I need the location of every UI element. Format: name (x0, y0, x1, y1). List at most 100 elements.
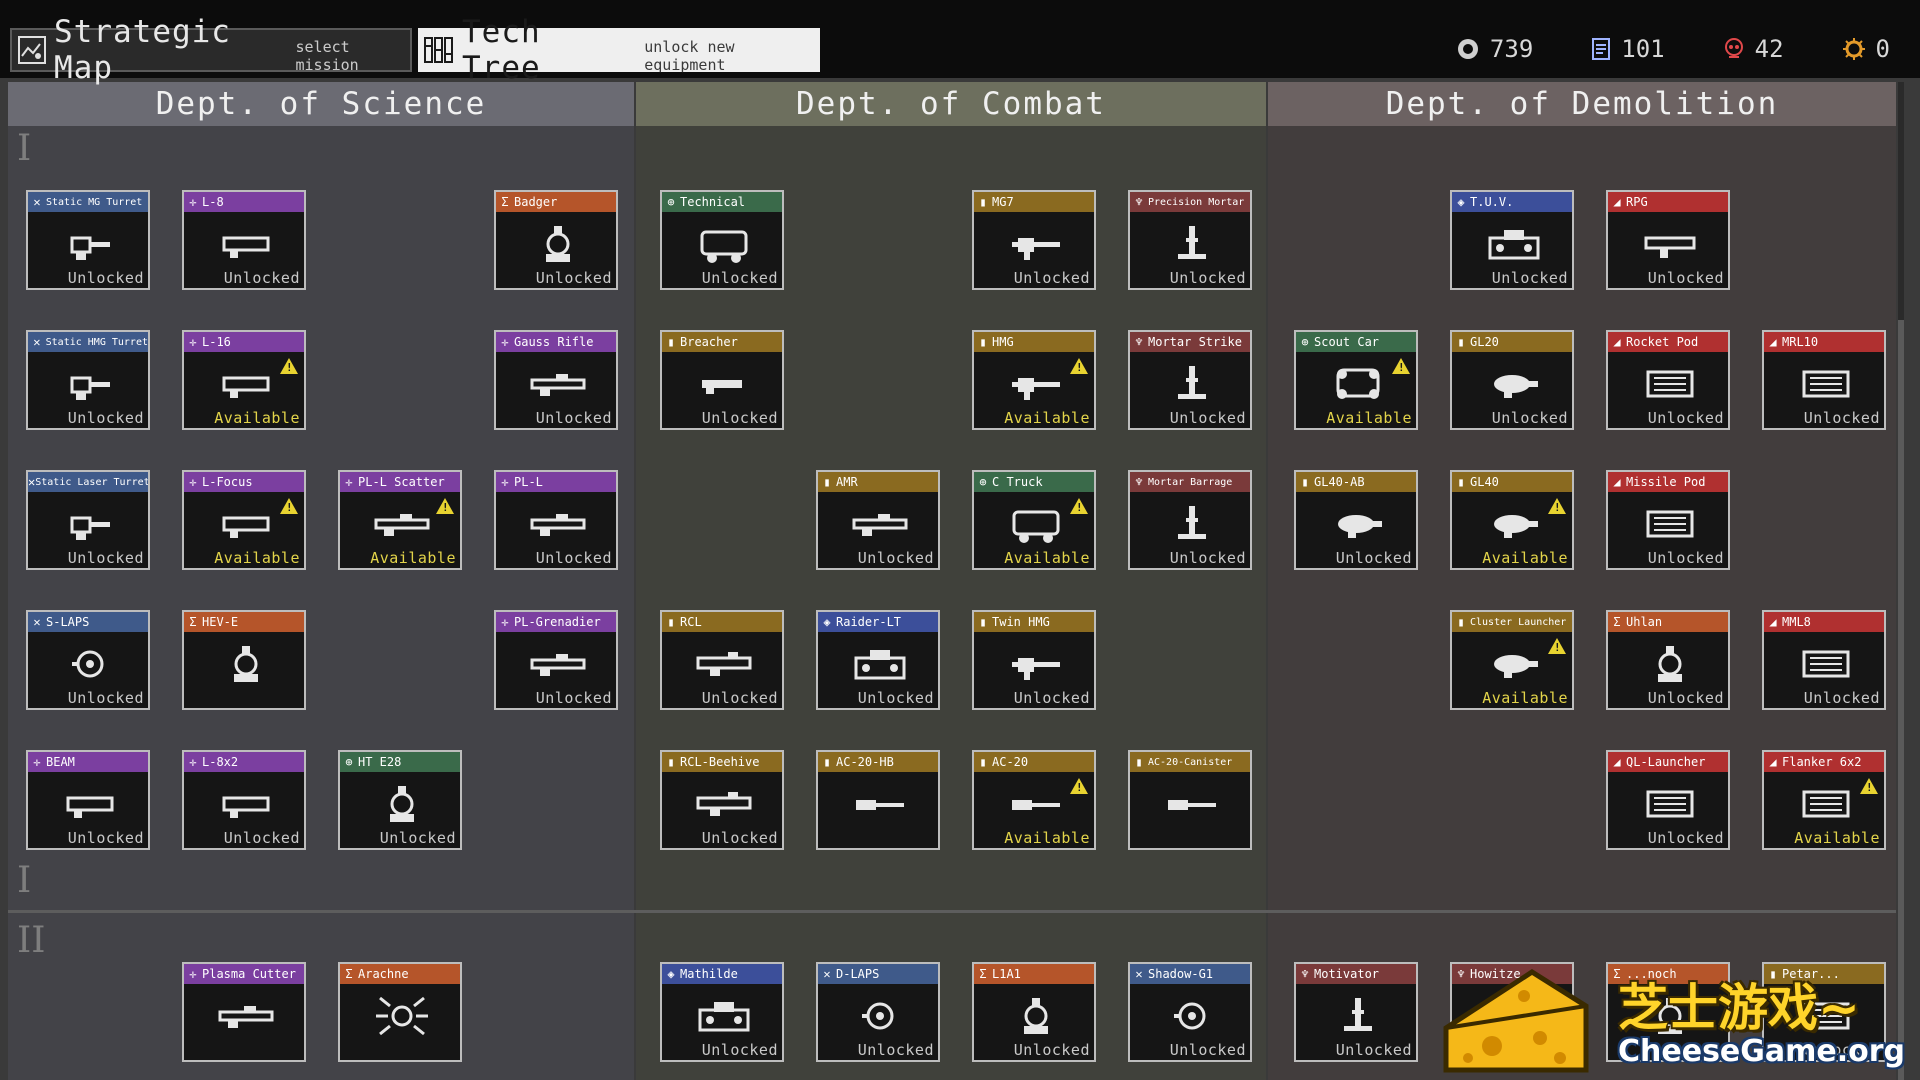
tech-node-gl40[interactable]: ▮ GL40 Available (1450, 470, 1574, 570)
tech-node-precision-mortar[interactable]: ♆ Precision Mortar Unlocked (1128, 190, 1252, 290)
tech-node-rocket-pod[interactable]: ◢ Rocket Pod Unlocked (1606, 330, 1730, 430)
recoilless-icon (692, 640, 756, 688)
node-status: Unlocked (1647, 269, 1724, 287)
node-header: ♆ Precision Mortar (1130, 192, 1250, 212)
tech-node-hev-e[interactable]: Σ HEV-E (182, 610, 306, 710)
node-status: Unlocked (701, 829, 778, 847)
tank-icon (848, 640, 912, 688)
node-name: PL-L (514, 475, 543, 489)
tech-node-gl40-ab[interactable]: ▮ GL40-AB Unlocked (1294, 470, 1418, 570)
tech-node-l1a1[interactable]: Σ L1A1 Unlocked (972, 962, 1096, 1062)
combat-category-icon: ▮ (979, 615, 987, 629)
node-status: Unlocked (1013, 269, 1090, 287)
artillery-category-icon: ♆ (1135, 475, 1143, 489)
node-name: L-8 (202, 195, 224, 209)
tech-node-scout-car[interactable]: ⊕ Scout Car Available (1294, 330, 1418, 430)
node-status: Unlocked (535, 549, 612, 567)
tech-node-l-8[interactable]: ✛ L-8 Unlocked (182, 190, 306, 290)
node-header: ◈ Mathilde (662, 964, 782, 984)
node-status: Unlocked (1803, 689, 1880, 707)
warning-icon (280, 358, 298, 374)
cannon-icon (1160, 780, 1224, 828)
node-name: Badger (514, 195, 558, 209)
tech-node-ql-launcher[interactable]: ◢ QL-Launcher Unlocked (1606, 750, 1730, 850)
drone-icon (58, 640, 122, 688)
node-status: Unlocked (535, 689, 612, 707)
machine-gun-icon (1004, 360, 1068, 408)
node-name: AMR (836, 475, 858, 489)
tech-node-l-8x2[interactable]: ✛ L-8x2 Unlocked (182, 750, 306, 850)
node-name: AC-20 (992, 755, 1029, 769)
node-name: Technical (680, 195, 746, 209)
vehicle-category-icon: ⊕ (667, 195, 675, 209)
tech-node-breacher[interactable]: ▮ Breacher Unlocked (660, 330, 784, 430)
tech-node-pl-l-scatter[interactable]: ✛ PL-L Scatter Available (338, 470, 462, 570)
tab-strategic-map[interactable]: Strategic Map select mission (10, 14, 412, 86)
tech-node-s-laps[interactable]: ✕ S-LAPS Unlocked (26, 610, 150, 710)
tech-node-l-16[interactable]: ✛ L-16 Available (182, 330, 306, 430)
tech-node-mml8[interactable]: ◢ MML8 Unlocked (1762, 610, 1886, 710)
tech-node-rpg[interactable]: ◢ RPG Unlocked (1606, 190, 1730, 290)
tech-node-mg7[interactable]: ▮ MG7 Unlocked (972, 190, 1096, 290)
tech-node-pl-l[interactable]: ✛ PL-L Unlocked (494, 470, 618, 570)
tech-node-rcl[interactable]: ▮ RCL Unlocked (660, 610, 784, 710)
tech-node-d-laps[interactable]: ✕ D-LAPS Unlocked (816, 962, 940, 1062)
tech-node-cluster-launcher[interactable]: ▮ Cluster Launcher Available (1450, 610, 1574, 710)
tech-node-beam[interactable]: ✛ BEAM Unlocked (26, 750, 150, 850)
node-status: Unlocked (1013, 1041, 1090, 1059)
node-status: Unlocked (67, 549, 144, 567)
tech-node-twin-hmg[interactable]: ▮ Twin HMG Unlocked (972, 610, 1096, 710)
tab-title: Strategic Map (54, 14, 231, 86)
tech-node-mortar-strike[interactable]: ♆ Mortar Strike Unlocked (1128, 330, 1252, 430)
tech-node-raider-lt[interactable]: ◈ Raider-LT Unlocked (816, 610, 940, 710)
tech-node-gl20[interactable]: ▮ GL20 Unlocked (1450, 330, 1574, 430)
tech-node-missile-pod[interactable]: ◢ Missile Pod Unlocked (1606, 470, 1730, 570)
combat-category-icon: ▮ (667, 755, 675, 769)
tech-node-t-u-v[interactable]: ◈ T.U.V. Unlocked (1450, 190, 1574, 290)
tech-node-ac-20-canister[interactable]: ▮ AC-20-Canister (1128, 750, 1252, 850)
tech-node-amr[interactable]: ▮ AMR Unlocked (816, 470, 940, 570)
warning-icon (1070, 358, 1088, 374)
tech-node-shadow-g1[interactable]: ✕ Shadow-G1 Unlocked (1128, 962, 1252, 1062)
node-header: ▮ AC-20 (974, 752, 1094, 772)
laser-rifle-icon (214, 220, 278, 268)
machine-gun-icon (1004, 220, 1068, 268)
tech-node-technical[interactable]: ⊕ Technical Unlocked (660, 190, 784, 290)
tech-node-c-truck[interactable]: ⊕ C Truck Available (972, 470, 1096, 570)
tech-node-ac-20[interactable]: ▮ AC-20 Available (972, 750, 1096, 850)
tech-node-static-laser-turret[interactable]: ✕ Static Laser Turret Unlocked (26, 470, 150, 570)
node-name: Mortar Barrage (1148, 476, 1233, 488)
tech-node-ht-e28[interactable]: ⊕ HT E28 Unlocked (338, 750, 462, 850)
tech-node-badger[interactable]: Σ Badger Unlocked (494, 190, 618, 290)
node-name: AC-20-Canister (1148, 756, 1233, 768)
node-header: ✛ L-Focus (184, 472, 304, 492)
rocket-pod-icon (1638, 500, 1702, 548)
robot-icon (1004, 992, 1068, 1040)
tech-node-motivator[interactable]: ♆ Motivator Unlocked (1294, 962, 1418, 1062)
tech-node-mortar-barrage[interactable]: ♆ Mortar Barrage Unlocked (1128, 470, 1252, 570)
tech-node-pl-grenadier[interactable]: ✛ PL-Grenadier Unlocked (494, 610, 618, 710)
tech-node-mathilde[interactable]: ◈ Mathilde Unlocked (660, 962, 784, 1062)
node-header: ▮ GL20 (1452, 332, 1572, 352)
tech-node-arachne[interactable]: Σ Arachne (338, 962, 462, 1062)
tech-node-static-hmg-turret[interactable]: ✕ Static HMG Turret Unlocked (26, 330, 150, 430)
tech-node-rcl-beehive[interactable]: ▮ RCL-Beehive Unlocked (660, 750, 784, 850)
warning-icon (1392, 358, 1410, 374)
node-name: Plasma Cutter (202, 967, 296, 981)
tech-node-hmg[interactable]: ▮ HMG Available (972, 330, 1096, 430)
tech-node-plasma-cutter[interactable]: ✛ Plasma Cutter (182, 962, 306, 1062)
tech-node-gauss-rifle[interactable]: ✛ Gauss Rifle Unlocked (494, 330, 618, 430)
tech-node-uhlan[interactable]: Σ Uhlan Unlocked (1606, 610, 1730, 710)
node-name: Raider-LT (836, 615, 902, 629)
tech-node-mrl10[interactable]: ◢ MRL10 Unlocked (1762, 330, 1886, 430)
node-status: Available (1326, 409, 1412, 427)
tech-node-static-mg-turret[interactable]: ✕ Static MG Turret Unlocked (26, 190, 150, 290)
tech-node-ac-20-hb[interactable]: ▮ AC-20-HB (816, 750, 940, 850)
node-name: T.U.V. (1470, 195, 1514, 209)
tech-node-l-focus[interactable]: ✛ L-Focus Available (182, 470, 306, 570)
node-header: ✕ S-LAPS (28, 612, 148, 632)
tech-node-flanker-6x2[interactable]: ◢ Flanker 6x2 Available (1762, 750, 1886, 850)
tab-tech-tree[interactable]: Tech Tree unlock new equipment (418, 14, 820, 86)
turret-icon (58, 500, 122, 548)
cannon-icon (848, 780, 912, 828)
